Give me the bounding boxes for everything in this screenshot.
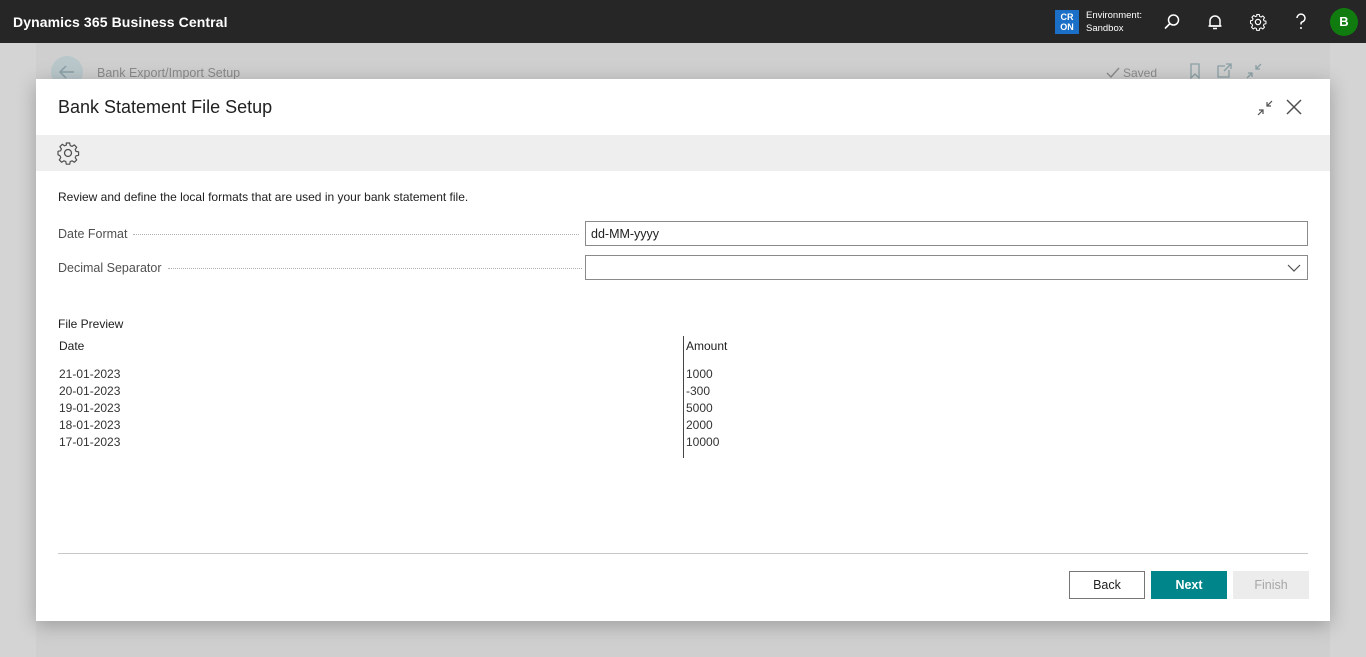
table-cell: 2000: [686, 418, 713, 432]
table-cell: -300: [686, 384, 711, 398]
file-preview-table: Date 21-01-2023 20-01-2023 19-01-2023 18…: [58, 336, 1308, 458]
table-cell: 18-01-2023: [59, 418, 121, 432]
file-preview-label: File Preview: [58, 317, 124, 331]
bank-statement-file-setup-dialog: Bank Statement File Setup Review and def…: [36, 79, 1330, 621]
table-cell: 20-01-2023: [59, 384, 121, 398]
decimal-separator-label: Decimal Separator: [58, 261, 162, 275]
decimal-separator-select[interactable]: [585, 255, 1308, 280]
collapse-icon: [1246, 63, 1262, 79]
table-cell: 17-01-2023: [59, 435, 121, 449]
decimal-separator-row: Decimal Separator: [58, 255, 1308, 281]
background-page-actions: [1188, 63, 1262, 79]
help-icon[interactable]: [1279, 0, 1322, 43]
environment-label: Environment:: [1086, 9, 1142, 21]
close-icon[interactable]: [1282, 95, 1306, 119]
back-button[interactable]: Back: [1069, 571, 1145, 599]
footer-divider: [58, 553, 1308, 554]
amount-column: Amount 1000 -300 5000 2000 10000: [683, 336, 1283, 458]
collapse-icon[interactable]: [1254, 97, 1276, 119]
date-format-label: Date Format: [58, 227, 128, 241]
environment-info[interactable]: Environment: Sandbox: [1086, 9, 1150, 35]
dialog-title: Bank Statement File Setup: [58, 97, 273, 117]
chevron-down-icon: [1287, 264, 1301, 272]
table-cell: 10000: [686, 435, 720, 449]
open-new-window-icon: [1217, 63, 1232, 78]
table-cell: 1000: [686, 367, 713, 381]
table-cell: 19-01-2023: [59, 401, 121, 415]
column-header-date: Date: [59, 339, 85, 353]
field-leader-dots: [133, 233, 580, 235]
environment-name: Sandbox: [1086, 22, 1124, 34]
top-bar-actions: CR ON Environment: Sandbox B: [1055, 0, 1366, 43]
finish-button[interactable]: Finish: [1233, 571, 1309, 599]
date-format-input[interactable]: [585, 221, 1308, 246]
check-icon: [1106, 67, 1120, 79]
action-bar: [36, 135, 1330, 171]
background-page-title: Bank Export/Import Setup: [97, 66, 241, 80]
search-icon[interactable]: [1150, 0, 1193, 43]
gear-icon[interactable]: [1236, 0, 1279, 43]
column-header-amount: Amount: [686, 339, 728, 353]
instructions-text: Review and define the local formats that…: [58, 190, 469, 204]
next-button[interactable]: Next: [1151, 571, 1227, 599]
bookmark-icon: [1190, 63, 1200, 79]
field-leader-dots: [167, 267, 582, 269]
bell-icon[interactable]: [1193, 0, 1236, 43]
table-cell: 21-01-2023: [59, 367, 121, 381]
app-title[interactable]: Dynamics 365 Business Central: [13, 14, 228, 30]
date-format-row: Date Format: [58, 221, 1308, 247]
saved-label: Saved: [1123, 66, 1158, 80]
date-column: Date 21-01-2023 20-01-2023 19-01-2023 18…: [59, 336, 659, 458]
top-bar: Dynamics 365 Business Central CR ON Envir…: [0, 0, 1366, 43]
gear-icon[interactable]: [56, 141, 80, 165]
saved-status: Saved: [1106, 66, 1157, 80]
environment-badge[interactable]: CR ON: [1055, 9, 1079, 34]
user-avatar[interactable]: B: [1330, 7, 1358, 36]
table-cell: 5000: [686, 401, 713, 415]
